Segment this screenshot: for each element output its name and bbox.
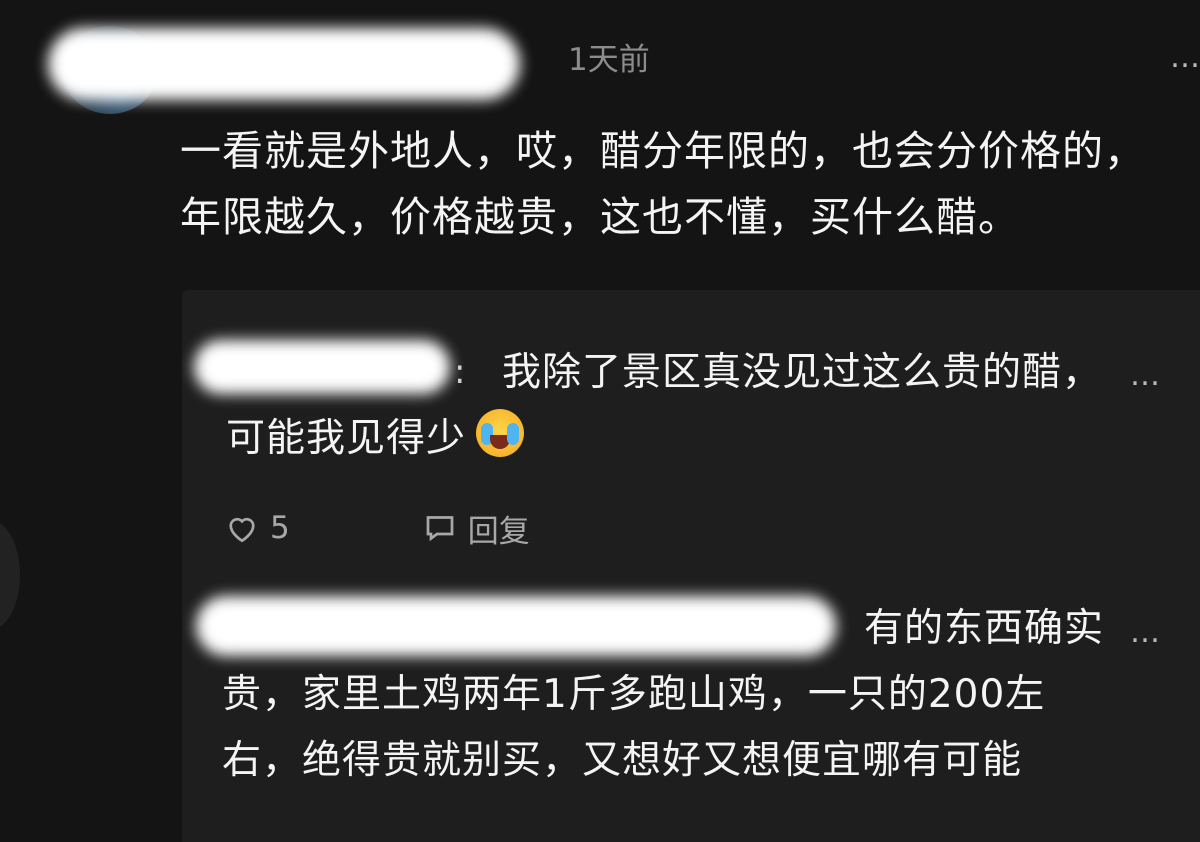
comment-icon[interactable] xyxy=(422,510,458,546)
more-options-icon[interactable]: … xyxy=(1170,40,1200,75)
reply-more-options-icon[interactable]: … xyxy=(1130,358,1161,393)
reply-text-content: 我除了景区真没见过这么贵的醋，可能我见得少 xyxy=(226,350,1103,461)
reply-text: 我除了景区真没见过这么贵的醋，可能我见得少 xyxy=(226,340,1106,472)
crying-laughing-emoji-icon xyxy=(476,409,525,457)
comment-timestamp: 1天前 xyxy=(568,42,650,78)
like-count: 5 xyxy=(270,510,290,546)
partial-avatar-edge xyxy=(0,520,20,630)
reply-text-2: 有的东西确实贵，家里土鸡两年1斤多跑山鸡，一只的200左右，绝得贵就别买，又想好… xyxy=(222,606,1105,783)
heart-icon[interactable] xyxy=(224,510,260,546)
reply-more-options-icon-2[interactable]: … xyxy=(1130,615,1161,650)
reply-button[interactable]: 回复 xyxy=(468,506,530,551)
comment-text: 一看就是外地人，哎，醋分年限的，也会分价格的，年限越久，价格越贵，这也不懂，买什… xyxy=(180,127,1146,241)
reply-actions: 5 回复 xyxy=(224,506,530,550)
redacted-username xyxy=(48,28,520,100)
